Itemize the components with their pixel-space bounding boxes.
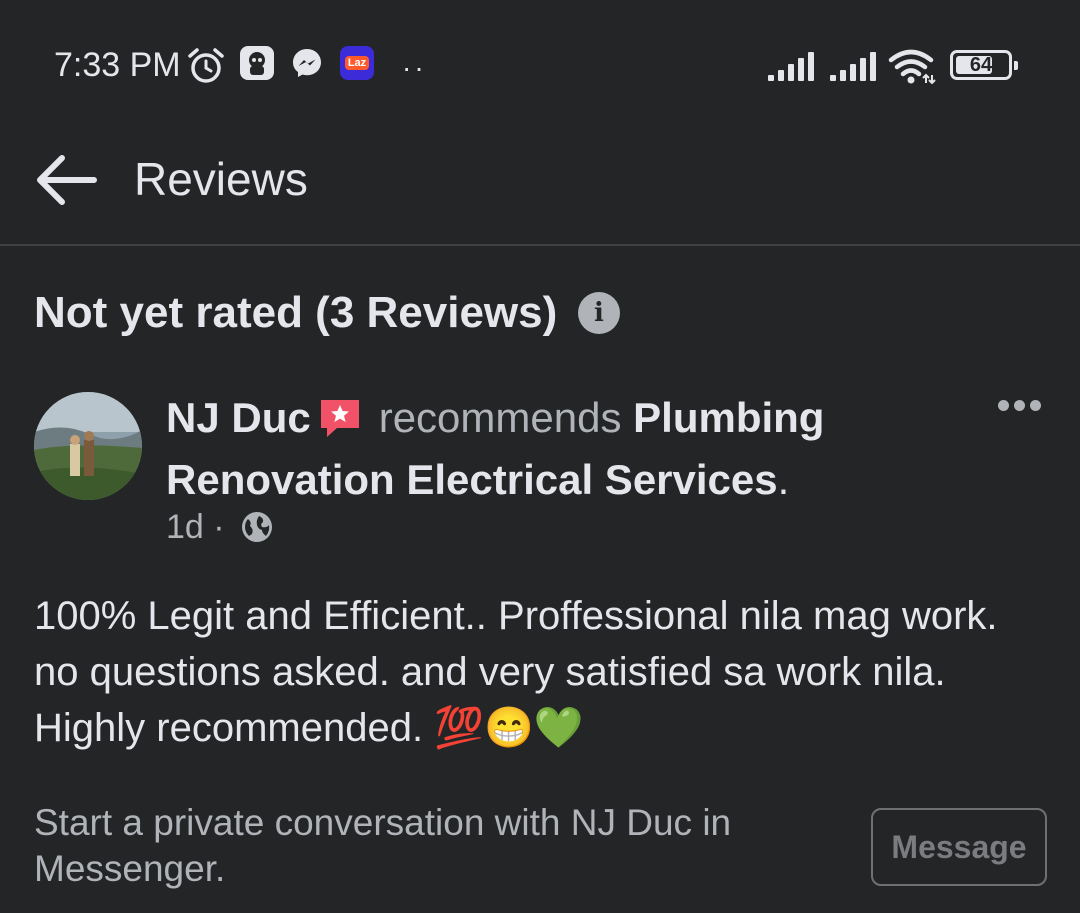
lazada-icon: Laz [340, 46, 374, 80]
dot [1030, 400, 1041, 411]
review-header: NJ Duc recommends Plumbing Renovation Ele… [166, 390, 866, 508]
lazada-label: Laz [344, 56, 370, 70]
app-icon [240, 46, 274, 80]
wifi-icon [888, 48, 938, 89]
review-time[interactable]: 1d [166, 508, 204, 546]
review-text: 100% Legit and Efficient.. Proffessional… [34, 594, 998, 750]
meta-separator: · [213, 508, 225, 546]
messenger-prompt: Start a private conversation with NJ Duc… [34, 802, 732, 889]
dot [1014, 400, 1025, 411]
sentence-period: . [777, 456, 790, 503]
page-title: Reviews [134, 153, 308, 205]
messenger-icon [290, 46, 324, 85]
status-time: 7:33 PM [54, 46, 181, 84]
info-icon[interactable]: i [578, 292, 620, 334]
battery-icon: 64 [950, 50, 1018, 80]
message-button[interactable]: Message [871, 808, 1047, 886]
alarm-icon [186, 46, 226, 91]
battery-tip [1014, 61, 1018, 70]
more-notifications-icon: ·· [402, 52, 427, 83]
back-arrow-icon [37, 155, 97, 205]
rating-summary: Not yet rated (3 Reviews) [34, 288, 558, 337]
signal-icon [830, 52, 880, 87]
top-fan-badge-icon [319, 396, 361, 452]
status-bar: 7:33 PM Laz ·· 64 [0, 0, 1080, 130]
signal-icon [768, 52, 818, 87]
recommends-text: recommends [378, 394, 622, 441]
review-meta: 1d · [166, 508, 274, 553]
app-header: Reviews [0, 130, 1080, 246]
more-options-button[interactable] [998, 398, 1054, 426]
reviewer-name[interactable]: NJ Duc [166, 394, 311, 441]
back-button[interactable] [34, 148, 98, 212]
avatar[interactable] [34, 392, 142, 500]
globe-icon [240, 510, 274, 553]
battery-level: 64 [969, 54, 993, 76]
dot [998, 400, 1009, 411]
